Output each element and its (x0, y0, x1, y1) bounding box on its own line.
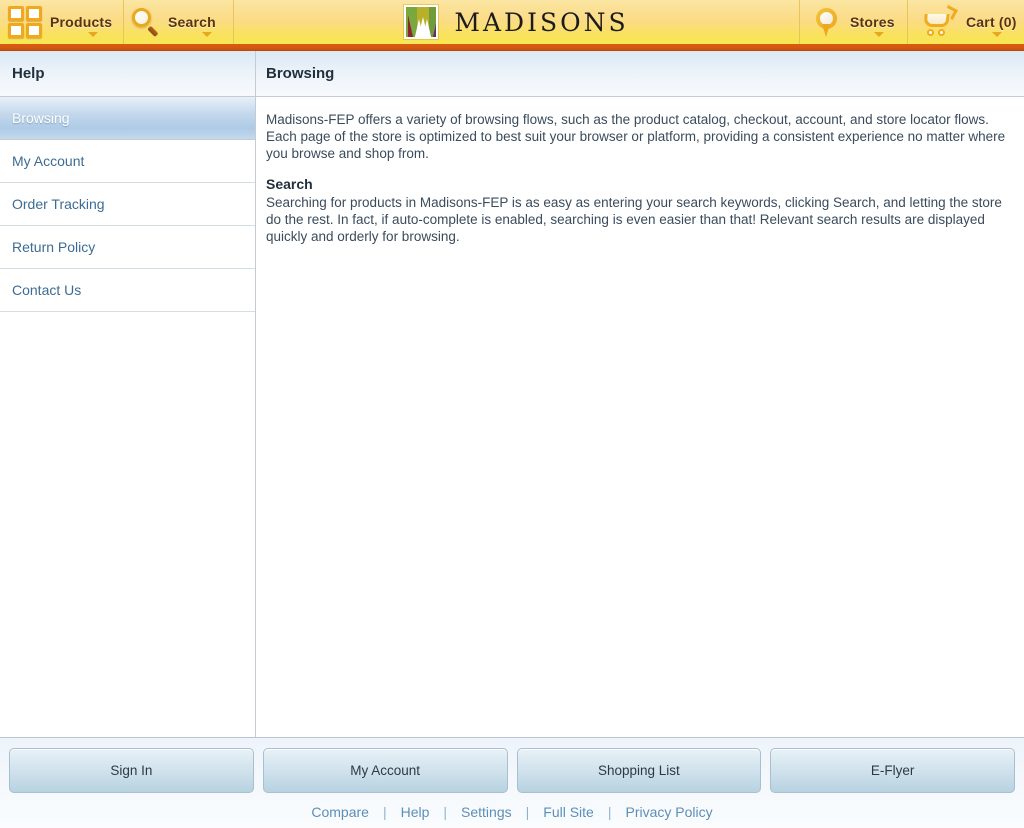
sidebar-item-label: Order Tracking (12, 196, 105, 212)
chevron-down-icon (202, 32, 212, 37)
e-flyer-button-label: E-Flyer (870, 763, 915, 778)
intro-paragraph: Madisons-FEP offers a variety of browsin… (266, 112, 1006, 161)
my-account-button-label: My Account (350, 763, 421, 778)
search-section-paragraph: Searching for products in Madisons-FEP i… (266, 195, 1002, 244)
sign-in-button[interactable]: Sign In (9, 748, 254, 793)
shopping-list-button[interactable]: Shopping List (516, 748, 762, 793)
footer: Sign In My Account Shopping List E-Flyer… (0, 737, 1024, 828)
page-body: Help Browsing My Account Order Tracking … (0, 51, 1024, 737)
map-pin-icon (814, 6, 840, 38)
nav-products[interactable]: Products (0, 0, 124, 44)
footer-link-compare[interactable]: Compare (311, 804, 369, 820)
shopping-list-button-label: Shopping List (597, 763, 680, 778)
help-content-panel: Browsing Madisons-FEP offers a variety o… (256, 51, 1024, 737)
footer-link-privacy-policy[interactable]: Privacy Policy (625, 804, 712, 820)
nav-products-label: Products (50, 14, 113, 30)
nav-cart[interactable]: Cart (0) (908, 0, 1024, 44)
top-navigation-bar: Products Search MADISONS Stores Cart (0) (0, 0, 1024, 44)
shopping-cart-icon (922, 5, 958, 38)
footer-link-full-site[interactable]: Full Site (543, 804, 594, 820)
sidebar-item-order-tracking[interactable]: Order Tracking (0, 183, 255, 226)
nav-search-label: Search (168, 14, 216, 30)
help-sidebar: Help Browsing My Account Order Tracking … (0, 51, 256, 737)
nav-cart-label: Cart (0) (966, 14, 1017, 30)
madisons-logo-icon (404, 5, 439, 39)
sidebar-item-label: My Account (12, 153, 85, 169)
sidebar-item-browsing[interactable]: Browsing (0, 97, 255, 140)
search-icon (130, 6, 162, 38)
e-flyer-button[interactable]: E-Flyer (770, 748, 1015, 793)
chevron-down-icon (874, 32, 884, 37)
sidebar-item-contact-us[interactable]: Contact Us (0, 269, 255, 312)
footer-button-row: Sign In My Account Shopping List E-Flyer (0, 748, 1024, 793)
footer-link-settings[interactable]: Settings (461, 804, 512, 820)
my-account-button[interactable]: My Account (262, 748, 508, 793)
sidebar-item-label: Return Policy (12, 239, 96, 255)
chevron-down-icon (88, 32, 98, 37)
sidebar-item-label: Browsing (12, 110, 70, 126)
header-accent-rule (0, 44, 1024, 51)
sidebar-title: Help (0, 51, 255, 97)
footer-link-separator: | (443, 804, 448, 820)
footer-link-separator: | (382, 804, 387, 820)
footer-link-separator: | (525, 804, 530, 820)
sidebar-item-label: Contact Us (12, 282, 82, 298)
footer-link-help[interactable]: Help (401, 804, 430, 820)
sign-in-button-label: Sign In (110, 763, 153, 778)
search-section-heading: Search (266, 176, 313, 192)
brand-name: MADISONS (454, 7, 629, 37)
page-title: Browsing (256, 51, 1024, 97)
nav-stores[interactable]: Stores (800, 0, 908, 44)
nav-search[interactable]: Search (124, 0, 234, 44)
footer-link-separator: | (607, 804, 612, 820)
footer-link-row: Compare | Help | Settings | Full Site | … (0, 804, 1024, 820)
chevron-down-icon (992, 32, 1002, 37)
sidebar-item-return-policy[interactable]: Return Policy (0, 226, 255, 269)
brand-logo-link[interactable]: MADISONS (234, 0, 800, 44)
nav-stores-label: Stores (850, 14, 895, 30)
sidebar-item-my-account[interactable]: My Account (0, 140, 255, 183)
grid-icon (8, 6, 42, 38)
content-body: Madisons-FEP offers a variety of browsin… (256, 97, 1024, 245)
